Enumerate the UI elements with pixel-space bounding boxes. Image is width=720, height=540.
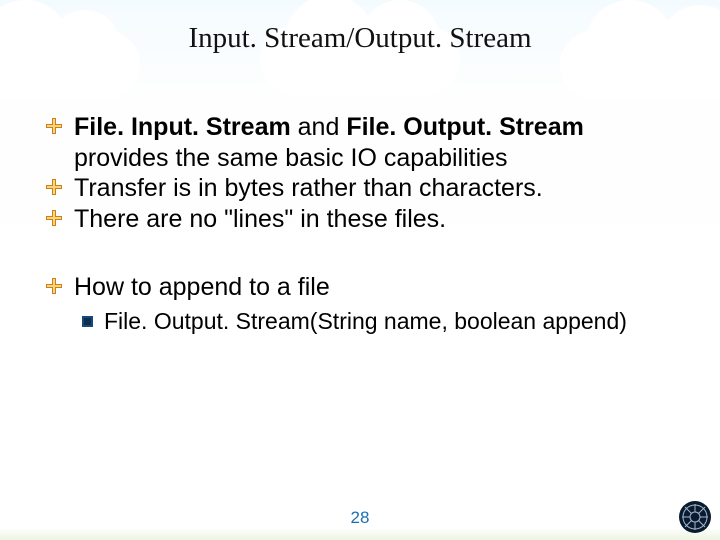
plus-bullet-icon xyxy=(46,278,62,294)
plus-bullet-icon xyxy=(46,179,62,195)
slide-body: File. Input. Stream and File. Output. St… xyxy=(46,112,674,335)
bullet-text: Transfer is in bytes rather than charact… xyxy=(74,174,543,202)
bullet-text-bold: File. Output. Stream xyxy=(346,113,584,141)
sub-bullet-item: File. Output. Stream(String name, boolea… xyxy=(74,307,674,336)
bullet-item: There are no "lines" in these files. xyxy=(46,204,674,235)
sub-bullet-text: File. Output. Stream(String name, boolea… xyxy=(104,308,627,334)
page-number: 28 xyxy=(0,508,720,528)
footer-band xyxy=(0,528,720,540)
bullet-text: and xyxy=(291,113,347,141)
plus-bullet-icon xyxy=(46,118,62,134)
bullet-text: How to append to a file xyxy=(74,273,330,301)
bullet-item: File. Input. Stream and File. Output. St… xyxy=(46,112,674,173)
cloud-decor xyxy=(0,0,720,110)
bullet-item: Transfer is in bytes rather than charact… xyxy=(46,173,674,204)
slide: Input. Stream/Output. Stream File. Input… xyxy=(0,0,720,540)
square-bullet-icon xyxy=(82,316,93,327)
footer: 28 xyxy=(0,500,720,540)
bullet-text: provides the same basic IO capabilities xyxy=(74,144,508,172)
corner-logo-icon xyxy=(678,500,712,534)
plus-bullet-icon xyxy=(46,210,62,226)
bullet-text-bold: File. Input. Stream xyxy=(74,113,291,141)
slide-title: Input. Stream/Output. Stream xyxy=(0,22,720,55)
bullet-text: There are no "lines" in these files. xyxy=(74,205,446,233)
bullet-item: How to append to a file File. Output. St… xyxy=(46,272,674,335)
